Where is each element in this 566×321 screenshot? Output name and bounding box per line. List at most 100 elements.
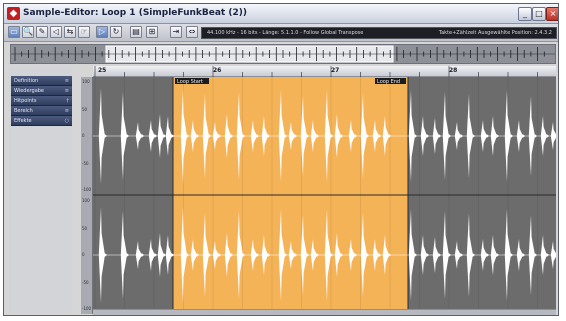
pencil-icon[interactable]: ✎ [36,26,48,38]
waveform-decay-blob [253,134,259,138]
waveform-decay-blob [543,134,549,138]
panel-section-effekte[interactable]: Effekte ○ [11,116,72,126]
horizontal-scrollbar[interactable] [93,309,556,315]
panel-section-icon: ≡ [64,108,69,114]
waveform-decay-blob [168,134,174,138]
waveform-decay-blob [151,253,157,257]
scrub-icon[interactable]: ⇆ [64,26,76,38]
waveform-decay-blob [215,134,221,138]
panel-section-hitpoints[interactable]: Hitpoints † [11,96,72,106]
waveform-decay-blob [375,134,381,138]
waveform-decay-blob [363,134,369,138]
level-scale-label: 100 [82,198,90,203]
panel-section-label: Hitpoints [14,98,37,104]
level-scale-label: -100 [82,306,92,311]
level-scale-label: 0 [82,133,85,138]
waveform-decay-blob [435,253,441,257]
waveform-decay-blob [507,253,513,257]
waveform-decay-blob [375,253,381,257]
toolbar: ▭ 🔍 ✎ ◁ ⇆ ☞ ▷ ↻ ▤ ⊞ ⇥ ⇔ 44.100 kHz - 16 bits - Läng… [4,24,558,42]
waveform-decay-blob [493,253,499,257]
waveform-decay-blob [483,253,489,257]
waveform-decay-blob [469,253,475,257]
waveform-decay-blob [483,134,489,138]
waveform-decay-blob [160,134,166,138]
waveform-decay-blob [423,253,429,257]
level-scale-label: -50 [82,161,89,166]
waveform-decay-blob [457,134,463,138]
waveform-decay-blob [183,134,189,138]
waveform-decay-blob [337,134,343,138]
panel-section-icon: ≡ [64,78,69,84]
waveform-decay-blob [313,253,319,257]
waveform-decay-blob [138,134,144,138]
level-scale-label: -100 [82,187,92,192]
waveform-decay-blob [239,253,245,257]
minimize-button[interactable]: _ [518,7,532,21]
panel-section-definition[interactable]: Definition ≡ [11,76,72,86]
waveform-decay-blob [138,253,144,257]
waveform-decay-blob [411,253,417,257]
title-bar[interactable]: ◆ Sample-Editor: Loop 1 (SimpleFunkBeat … [4,4,558,24]
waveform-decay-blob [327,253,333,257]
waveform-decay-blob [227,134,233,138]
hitpoint-icon[interactable]: ⇥ [170,26,182,38]
level-scale-label: 50 [82,107,88,112]
waveform-decay-blob [351,253,357,257]
waveform-decay-blob [519,134,525,138]
waveform-decay-blob [313,134,319,138]
waveform-decay-blob [445,134,451,138]
waveform-display[interactable]: Loop Start Loop End [93,77,556,314]
level-scale-label: 0 [82,252,85,257]
waveform-decay-blob [327,134,333,138]
app-icon: ◆ [7,7,20,20]
warp-icon[interactable]: ⇔ [186,26,198,38]
waveform-decay-blob [227,253,233,257]
waveform-decay-blob [423,134,429,138]
waveform-decay-blob [253,253,259,257]
snap-icon[interactable]: ▤ [130,26,142,38]
panel-section-wiedergabe[interactable]: Wiedergabe ≡ [11,86,72,96]
panel-section-icon: ○ [64,118,69,124]
inspector-panel: Definition ≡ Wiedergabe ≡ Hitpoints † Bereich ≡… [9,68,72,314]
close-button[interactable]: × [546,7,558,21]
grid-icon[interactable]: ⊞ [146,26,158,38]
waveform-decay-blob [101,253,107,257]
waveform-decay-blob [123,253,129,257]
waveform-decay-blob [193,134,199,138]
waveform-decay-blob [123,134,129,138]
waveform-decay-blob [193,253,199,257]
waveform-decay-blob [493,134,499,138]
timeline-ruler[interactable]: 25 26 27 28 [93,66,556,77]
waveform-decay-blob [239,134,245,138]
panel-section-label: Definition [14,78,39,84]
info-text: 44.100 kHz - 16 bits - Länge: 5.1.1.0 - … [207,30,364,36]
waveform-decay-blob [385,253,391,257]
panel-section-bereich[interactable]: Bereich ≡ [11,106,72,116]
loop-end-label: Loop End [377,79,400,85]
overview-line[interactable] [10,44,556,64]
play-icon[interactable]: ▷ [96,26,108,38]
waveform-decay-blob [435,134,441,138]
panel-section-icon: † [66,98,70,104]
maximize-button[interactable]: □ [532,7,546,21]
loop-icon[interactable]: ↻ [110,26,122,38]
zoom-icon[interactable]: 🔍 [22,26,34,38]
overview-waveform [11,45,555,63]
panel-section-label: Bereich [14,108,33,114]
waveform-decay-blob [183,253,189,257]
window-title: Sample-Editor: Loop 1 (SimpleFunkBeat (2… [23,8,247,18]
level-scale: 100 50 0 -50 -100 100 50 0 -50 -100 [81,77,93,314]
panel-section-icon: ≡ [64,88,69,94]
waveform-decay-blob [151,134,157,138]
hand-icon[interactable]: ☞ [78,26,90,38]
waveform-decay-blob [281,253,287,257]
waveform-decay-blob [303,253,309,257]
waveform-decay-blob [469,134,475,138]
waveform-decay-blob [531,134,537,138]
range-select-icon[interactable]: ▭ [8,26,20,38]
speaker-icon[interactable]: ◁ [50,26,62,38]
waveform-decay-blob [507,134,513,138]
waveform-decay-blob [205,253,211,257]
waveform-decay-blob [519,253,525,257]
